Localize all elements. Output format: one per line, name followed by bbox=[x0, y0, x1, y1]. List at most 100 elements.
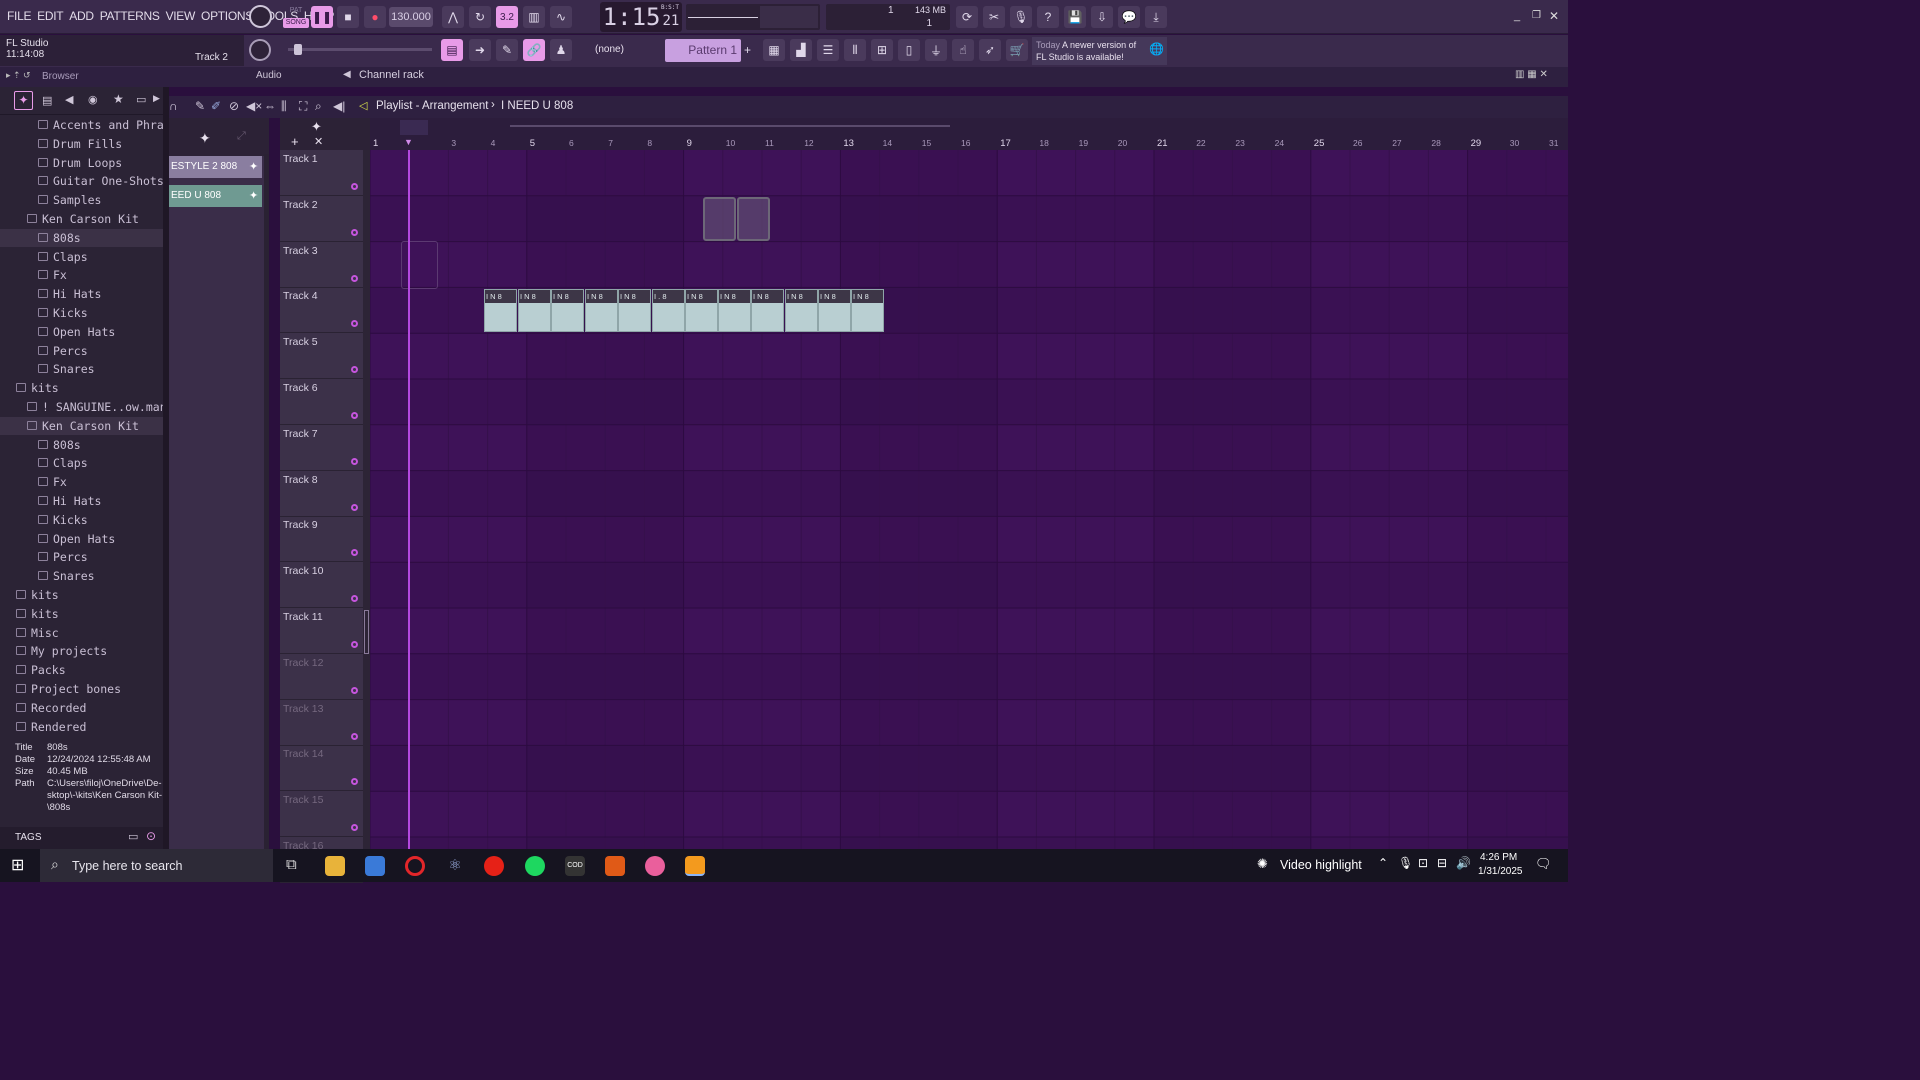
wait-input-button[interactable]: ↻ bbox=[469, 6, 491, 28]
picker-mode-icon[interactable]: ✦ bbox=[199, 130, 211, 147]
step-edit-button[interactable]: ▥ bbox=[523, 6, 545, 28]
browser-item[interactable]: Hi Hats bbox=[38, 492, 101, 510]
browser-item[interactable]: kits bbox=[16, 605, 59, 623]
pattern-clip[interactable]: I N 8 bbox=[685, 289, 718, 332]
browser-item[interactable]: Packs bbox=[16, 661, 66, 679]
song-position-display[interactable]: 1:15 21 B:S:T bbox=[600, 2, 682, 32]
track-header[interactable]: Track 1 bbox=[280, 150, 363, 196]
browser-item[interactable]: Ken Carson Kit bbox=[0, 416, 163, 435]
download-button[interactable]: ⤓ bbox=[1145, 6, 1167, 28]
browser-item[interactable]: Claps bbox=[38, 248, 88, 266]
plugin-button[interactable]: ⏚ bbox=[925, 39, 947, 61]
master-volume-knob[interactable] bbox=[249, 5, 272, 28]
play-button[interactable]: ❚❚ bbox=[311, 6, 333, 28]
blend-notes-button[interactable]: ∿ bbox=[550, 6, 572, 28]
pitch-slider[interactable] bbox=[288, 44, 432, 55]
countdown-button[interactable]: 3.2 bbox=[496, 6, 518, 28]
playback-tool-icon[interactable]: ◀| bbox=[333, 99, 345, 113]
song-pat-toggle[interactable]: PAT SONG bbox=[283, 4, 309, 30]
tray-chevron-icon[interactable]: ⌃ bbox=[1378, 856, 1388, 870]
cod-icon[interactable]: COD bbox=[565, 856, 585, 876]
browser-item[interactable]: Rendered bbox=[16, 718, 86, 736]
playhead-line[interactable] bbox=[408, 150, 410, 849]
arrow-button[interactable]: ➜ bbox=[469, 39, 491, 61]
shop-button[interactable]: 🛒 bbox=[1006, 39, 1028, 61]
view-project-button[interactable]: ▯ bbox=[898, 39, 920, 61]
snap-none-label[interactable]: (none) bbox=[595, 44, 624, 55]
select-tool-icon[interactable]: ⛶ bbox=[299, 99, 307, 114]
delete-tool-icon[interactable]: ⊘ bbox=[229, 99, 239, 113]
browser-item[interactable]: Kicks bbox=[38, 511, 88, 529]
browser-item[interactable]: Open Hats bbox=[38, 323, 115, 341]
audio-label[interactable]: Audio bbox=[256, 70, 282, 81]
master-pitch-knob[interactable] bbox=[249, 39, 271, 61]
magnet-icon[interactable]: ∩ bbox=[169, 99, 178, 113]
audio-app-icon[interactable] bbox=[605, 856, 625, 876]
track-header[interactable]: Track 5 bbox=[280, 333, 363, 380]
track-header[interactable]: Track 3 bbox=[280, 242, 363, 288]
browser-tag-icon[interactable]: ▭ bbox=[136, 93, 146, 106]
ghost-clip[interactable] bbox=[737, 197, 770, 241]
playhead-marker-icon[interactable]: ▼ bbox=[404, 137, 413, 147]
pattern-clip[interactable]: I N 8 bbox=[518, 289, 551, 332]
osu-icon[interactable] bbox=[645, 856, 665, 876]
channel-add-icon[interactable]: ✦ bbox=[249, 189, 258, 202]
track-header[interactable]: Track 8 bbox=[280, 471, 363, 517]
track-header[interactable]: Track 12 bbox=[280, 654, 363, 700]
track-mode-icon[interactable]: ✦ bbox=[311, 119, 322, 135]
save-button[interactable]: 💾 bbox=[1064, 6, 1086, 28]
browser-item[interactable]: Ken Carson Kit bbox=[27, 210, 139, 228]
pattern-clip[interactable]: I N 8 bbox=[818, 289, 851, 332]
timeline-ruler[interactable]: 1 3 4 5 6 7 8 9 10 11 12 13 14 15 16 17 18 19 20 21 22 23 24 25… bbox=[370, 137, 1568, 150]
track-mute-icon[interactable] bbox=[351, 549, 358, 557]
playlist-grid[interactable]: I N 8I N 8I N 8I N 8I N 8I . 8I N 8I N 8… bbox=[370, 150, 1568, 849]
track-header[interactable]: Track 4 bbox=[280, 287, 363, 334]
chat-button[interactable]: 💬 bbox=[1118, 6, 1140, 28]
view-playlist-button[interactable]: ▦ bbox=[763, 39, 785, 61]
browser-online-icon[interactable]: ◉ bbox=[88, 93, 98, 106]
windows-start-icon[interactable]: ⊞ bbox=[11, 855, 24, 875]
browser-item[interactable]: Percs bbox=[38, 342, 88, 360]
browser-item[interactable]: Drum Loops bbox=[38, 154, 122, 172]
track-mute-icon[interactable] bbox=[351, 732, 358, 740]
pattern-clip[interactable]: I N 8 bbox=[551, 289, 584, 332]
volume-icon[interactable]: 🔊 bbox=[1456, 856, 1471, 870]
export-button[interactable]: ⇩ bbox=[1091, 6, 1113, 28]
minimize-button[interactable]: _ bbox=[1514, 10, 1526, 22]
tempo-display[interactable]: 130.000 bbox=[389, 7, 433, 27]
search-icon[interactable]: ⊙ bbox=[146, 829, 156, 843]
browser-item[interactable]: Fx bbox=[38, 473, 67, 491]
paint-tool-icon[interactable]: ✐ bbox=[211, 99, 221, 113]
playlist-button[interactable]: ▤ bbox=[441, 39, 463, 61]
help-button[interactable]: ? bbox=[1037, 6, 1059, 28]
stop-button[interactable]: ■ bbox=[337, 6, 359, 28]
track-mute-icon[interactable] bbox=[351, 274, 358, 282]
task-view-icon[interactable]: ⧉ bbox=[286, 856, 297, 873]
browser-item[interactable]: Percs bbox=[38, 548, 88, 566]
pattern-clip[interactable]: I N 8 bbox=[751, 289, 784, 332]
record-button[interactable]: ● bbox=[364, 6, 386, 28]
draw-tool-icon[interactable]: ✎ bbox=[195, 99, 205, 113]
track-header[interactable]: Track 9 bbox=[280, 516, 363, 563]
camera-tray-icon[interactable]: ⊡ bbox=[1418, 856, 1428, 870]
pattern-clip[interactable]: I N 8 bbox=[718, 289, 751, 332]
browser-item[interactable]: kits bbox=[16, 586, 59, 604]
menu-patterns[interactable]: PATTERNS bbox=[97, 9, 163, 23]
menu-file[interactable]: FILE bbox=[4, 9, 34, 23]
track-header[interactable]: Track 15 bbox=[280, 791, 363, 838]
track-mute-icon[interactable] bbox=[351, 503, 358, 511]
zoom-tool-icon[interactable]: ⌕ bbox=[315, 99, 322, 114]
record-audio-button[interactable]: 🎙 bbox=[1010, 6, 1032, 28]
network-icon[interactable]: ⊟ bbox=[1437, 856, 1447, 870]
track-mute-icon[interactable] bbox=[351, 366, 358, 374]
pattern-clip[interactable]: I N 8 bbox=[585, 289, 618, 332]
browser-all-icon[interactable]: ✦ bbox=[14, 91, 33, 110]
browser-favorites-icon[interactable]: ★ bbox=[113, 92, 124, 106]
track-mute-icon[interactable] bbox=[351, 778, 358, 786]
news-panel[interactable]: Today A newer version of FL Studio is av… bbox=[1032, 37, 1167, 65]
view-channel-rack-button[interactable]: ☰ bbox=[817, 39, 839, 61]
browser-item[interactable]: 808s bbox=[0, 228, 163, 247]
track-header[interactable]: Track 11 bbox=[280, 608, 363, 654]
brush-button[interactable]: ✎ bbox=[496, 39, 518, 61]
channel-add-icon[interactable]: ✦ bbox=[249, 160, 258, 173]
